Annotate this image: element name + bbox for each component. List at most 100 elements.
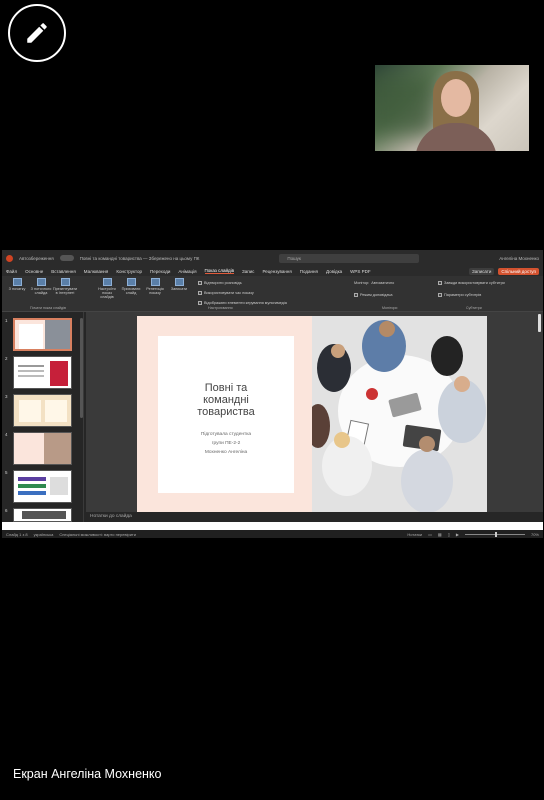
edit-button[interactable] xyxy=(8,4,66,62)
status-bar: Слайд 1 з 8 українська Спеціальні можлив… xyxy=(2,530,543,538)
checkbox-icon xyxy=(354,293,358,297)
ribbon-label: Презентувати в Інтернеті xyxy=(52,287,78,295)
menu-item[interactable]: Подання xyxy=(300,269,318,274)
meeting-photo[interactable] xyxy=(306,316,487,513)
slideshow-view-icon[interactable]: ▶ xyxy=(456,532,459,537)
monitor-icon xyxy=(60,278,70,286)
slide-number: 1 xyxy=(5,318,8,323)
rehearse-button[interactable]: Репетиція показу xyxy=(144,278,166,299)
menu-item[interactable]: Анімація xyxy=(178,269,196,274)
business-meeting-image xyxy=(306,316,487,513)
presenter-view-checkbox[interactable]: Режим доповідача xyxy=(354,292,432,298)
hide-slide-button[interactable]: Приховати слайд xyxy=(120,278,142,299)
check-label: Параметри субтитрів xyxy=(444,293,482,297)
menu-bar: Файл Основне Вставлення Малювання Констр… xyxy=(2,266,543,276)
slide-title-line[interactable]: товариства xyxy=(197,406,255,418)
slide-thumbnail[interactable] xyxy=(13,508,72,522)
check-label: Відображати елементи керування мультимед… xyxy=(204,301,287,305)
checkbox-icon xyxy=(198,291,202,295)
user-name[interactable]: Ангеліна Мохненко xyxy=(499,256,539,261)
zoom-slider[interactable] xyxy=(464,531,525,537)
sorter-view-icon[interactable]: ▦ xyxy=(438,532,442,537)
slide-thumbnail-selected[interactable] xyxy=(13,318,72,351)
menu-item[interactable]: WPS PDF xyxy=(350,269,371,274)
reading-view-icon[interactable]: ▯ xyxy=(448,532,450,537)
ribbon-label: Настроїти показ слайдів xyxy=(98,287,116,299)
monitor-select[interactable]: Монітор: Автоматично xyxy=(354,280,432,286)
menu-item[interactable]: Довідка xyxy=(326,269,342,274)
ribbon-label: З поточного слайда xyxy=(30,287,52,295)
always-captions-checkbox[interactable]: Завжди використовувати субтитри xyxy=(438,280,538,286)
slide-number: 2 xyxy=(5,356,8,361)
slide-thumbnail[interactable] xyxy=(13,432,72,465)
slide-title-line[interactable]: командні xyxy=(203,394,249,406)
notes-pane[interactable]: Нотатки до слайда xyxy=(86,512,543,522)
slide-thumbnail[interactable] xyxy=(13,470,72,503)
ribbon-label: Записати xyxy=(170,287,188,291)
notes-button[interactable]: Нотатки xyxy=(407,532,422,537)
use-timings-checkbox[interactable]: Використовувати час показу xyxy=(198,290,348,296)
menu-item[interactable]: Основне xyxy=(25,269,43,274)
timer-icon xyxy=(150,278,160,286)
custom-show-button[interactable]: Настроїти показ слайдів xyxy=(96,278,118,299)
from-current-button[interactable]: З поточного слайда xyxy=(30,278,52,295)
title-bar: Автозбереження Повні та командні товарис… xyxy=(2,250,543,266)
group-label: Монітори xyxy=(382,306,398,310)
caption-settings-button[interactable]: Параметри субтитрів xyxy=(438,292,538,298)
slide-number: 4 xyxy=(5,432,8,437)
check-label: Відтворити розповідь xyxy=(204,281,242,285)
settings-icon xyxy=(438,293,442,297)
record-icon xyxy=(174,278,184,286)
language-indicator[interactable]: українська xyxy=(34,532,54,537)
accessibility-indicator[interactable]: Спеціальні можливості: варто перевірити xyxy=(59,532,136,537)
zoom-thumb[interactable] xyxy=(494,531,497,537)
slide-subtitle-line[interactable]: Мохненко Ангеліна xyxy=(205,448,247,457)
ribbon-label: Репетиція показу xyxy=(146,287,164,295)
search-box[interactable]: Пошук xyxy=(279,253,420,263)
current-slide[interactable]: Повні та командні товариства Підготувала… xyxy=(137,316,487,513)
slide-thumbnail[interactable] xyxy=(13,394,72,427)
menu-item[interactable]: Рецензування xyxy=(262,269,291,274)
check-label: Режим доповідача xyxy=(360,293,393,297)
menu-item[interactable]: Файл xyxy=(6,269,17,274)
record-slide-button[interactable]: Записати xyxy=(168,278,190,299)
slide-subtitle-line[interactable]: групи ПЕ-2-2 xyxy=(212,439,241,448)
slide-number: 3 xyxy=(5,394,8,399)
checkbox-icon xyxy=(198,301,202,305)
play-narration-checkbox[interactable]: Відтворити розповідь xyxy=(198,280,348,286)
participant-video xyxy=(375,65,529,151)
menu-item-active[interactable]: Показ слайдів xyxy=(204,268,235,274)
shared-screen: Автозбереження Повні та командні товарис… xyxy=(2,250,543,538)
record-button[interactable]: Записати xyxy=(468,267,495,275)
workspace: 1 2 3 4 5 6 Повні та командні товариства… xyxy=(2,312,543,522)
menu-item[interactable]: Запис xyxy=(242,269,254,274)
slide-subtitle-line[interactable]: Підготувала студентка xyxy=(201,430,251,439)
autosave-toggle[interactable] xyxy=(59,255,74,261)
share-button[interactable]: Спільний доступ xyxy=(498,267,539,275)
slides-icon xyxy=(102,278,112,286)
group-label: Субтитри xyxy=(466,306,482,310)
slide-title-line[interactable]: Повні та xyxy=(205,382,247,394)
ribbon-label: Приховати слайд xyxy=(121,287,141,295)
from-beginning-button[interactable]: З початку xyxy=(6,278,28,295)
menu-item[interactable]: Малювання xyxy=(84,269,109,274)
thumbnail-scrollbar[interactable] xyxy=(80,318,83,418)
document-title: Повні та командні товариства — Збережено… xyxy=(79,255,200,261)
slide-counter: Слайд 1 з 8 xyxy=(6,531,28,537)
menu-item[interactable]: Конструктор xyxy=(116,269,142,274)
menu-item[interactable]: Переходи xyxy=(150,269,170,274)
slide-thumbnail-pane: 1 2 3 4 5 6 xyxy=(2,312,84,522)
play-icon xyxy=(12,278,22,286)
slide-thumbnail[interactable] xyxy=(13,356,72,389)
normal-view-icon[interactable]: ▭ xyxy=(428,532,432,537)
hide-icon xyxy=(126,278,136,286)
monitor-value: Автоматично xyxy=(371,281,395,285)
present-online-button[interactable]: Презентувати в Інтернеті xyxy=(52,278,78,295)
zoom-level[interactable]: 70% xyxy=(531,532,539,537)
menu-item[interactable]: Вставлення xyxy=(51,269,76,274)
canvas-scrollbar[interactable] xyxy=(538,314,541,332)
check-label: Використовувати час показу xyxy=(204,291,254,295)
ribbon: З початку З поточного слайда Презентуват… xyxy=(2,276,543,312)
monitor-label: Монітор: xyxy=(354,281,370,285)
title-card: Повні та командні товариства Підготувала… xyxy=(158,336,294,493)
